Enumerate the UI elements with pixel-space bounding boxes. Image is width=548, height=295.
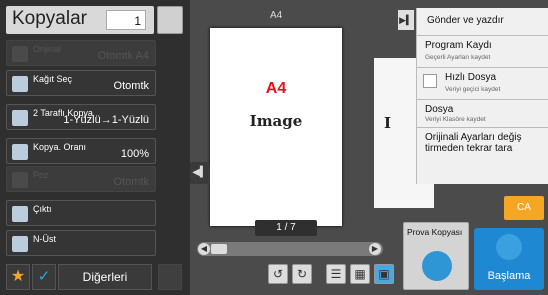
exposure-icon (12, 172, 28, 188)
page-view-icon[interactable]: ▣ (374, 264, 394, 284)
preview-page: A4 Image (210, 28, 342, 226)
function-duplex[interactable]: 2 Taraflı Kopya 1-Yüzlü→1-Yüzlü (6, 104, 156, 130)
function-label: Poz (33, 170, 49, 180)
function-label: Kopya. Oranı (33, 142, 87, 152)
menu-label: Hızlı Dosya (445, 72, 497, 83)
page-counter: 1 / 7 (255, 220, 317, 236)
menu-label: Program Kaydı (425, 40, 492, 51)
menu-expand-icon[interactable]: ▶▍ (398, 10, 414, 30)
menu-sublabel: Geçerli Ayarları kaydet (425, 54, 491, 61)
start-label: Başlama (487, 270, 531, 282)
check-icon[interactable]: ✓ (32, 264, 56, 290)
function-value: 1-Yüzlü→1-Yüzlü (63, 114, 149, 126)
page-a4-text: A4 (265, 80, 287, 97)
function-label: Kağıt Seç (33, 74, 73, 84)
paper-label: A4 (270, 10, 283, 21)
star-icon[interactable]: ★ (6, 264, 30, 290)
menu-label: Dosya (425, 104, 454, 115)
menu-quick-file[interactable]: Hızlı Dosya Veriyi geçici kaydet (417, 68, 548, 100)
n-up-icon (12, 236, 28, 252)
scroll-left-icon[interactable]: ◀ (198, 243, 210, 255)
function-ratio[interactable]: Kopya. Oranı 100% (6, 138, 156, 164)
rotate-right-icon[interactable]: ↻ (292, 264, 312, 284)
copies-field[interactable]: 1 (106, 10, 146, 30)
sidebar-icon (158, 264, 182, 290)
start-icon (496, 234, 522, 260)
scroll-thumb[interactable] (211, 244, 227, 254)
grid-view-icon[interactable]: ▦ (350, 264, 370, 284)
preview-scrollbar[interactable]: ◀ ▶ (197, 242, 383, 256)
list-view-icon[interactable]: ☰ (326, 264, 346, 284)
function-value: Otomtk (113, 80, 149, 92)
bottom-bar: ★ ✓ Diğerleri (6, 264, 184, 290)
function-output[interactable]: Çıktı (6, 200, 156, 226)
menu-program[interactable]: Program Kaydı Geçerli Ayarları kaydet (417, 36, 548, 68)
function-label: Çıktı (33, 204, 52, 214)
rotate-left-icon[interactable]: ↺ (268, 264, 288, 284)
function-original: Orijinal Otomtk A4 (6, 40, 156, 66)
proof-copy-button[interactable]: Prova Kopyası (403, 222, 469, 290)
action-menu: Gönder ve yazdır Program Kaydı Geçerli Ay… (416, 8, 548, 184)
function-exposure: Poz Otomtk (6, 166, 156, 192)
function-value: Otomtk (113, 176, 149, 188)
ratio-icon (12, 144, 28, 160)
output-icon (12, 206, 28, 222)
menu-label: Gönder ve yazdır (427, 15, 504, 26)
keypad-button[interactable] (157, 6, 183, 34)
menu-rescan[interactable]: Orijinali Ayarları değiş tirmeden tekrar… (417, 128, 548, 162)
menu-sublabel: Veriyi Klasöre kaydet (425, 116, 486, 123)
duplex-icon (12, 110, 28, 126)
quick-file-icon (423, 74, 437, 88)
function-value: Otomtk A4 (97, 50, 149, 62)
function-label: N-Üst (33, 234, 56, 244)
function-paper-select[interactable]: Kağıt Seç Otomtk (6, 70, 156, 96)
function-n-up[interactable]: N-Üst (6, 230, 156, 256)
page-title: Kopyalar (12, 8, 87, 29)
proof-copy-label: Prova Kopyası (407, 227, 463, 237)
collapse-icon[interactable]: ◀▍ (190, 162, 210, 184)
start-button[interactable]: Başlama (474, 228, 544, 290)
menu-label: Orijinali Ayarları değiş tirmeden tekrar… (425, 132, 522, 154)
function-label: Orijinal (33, 44, 62, 54)
function-value: 100% (120, 148, 149, 160)
paper-icon (12, 76, 28, 92)
page-image-text: Image (249, 112, 303, 130)
page2-image-text: I (384, 114, 392, 132)
proof-start-icon (422, 251, 452, 281)
scroll-right-icon[interactable]: ▶ (369, 243, 381, 255)
original-icon (12, 46, 28, 62)
ca-button[interactable]: CA (504, 196, 544, 220)
others-button[interactable]: Diğerleri (58, 264, 152, 290)
menu-send-print[interactable]: Gönder ve yazdır (417, 8, 548, 36)
menu-file[interactable]: Dosya Veriyi Klasöre kaydet (417, 100, 548, 128)
menu-sublabel: Veriyi geçici kaydet (445, 86, 501, 93)
